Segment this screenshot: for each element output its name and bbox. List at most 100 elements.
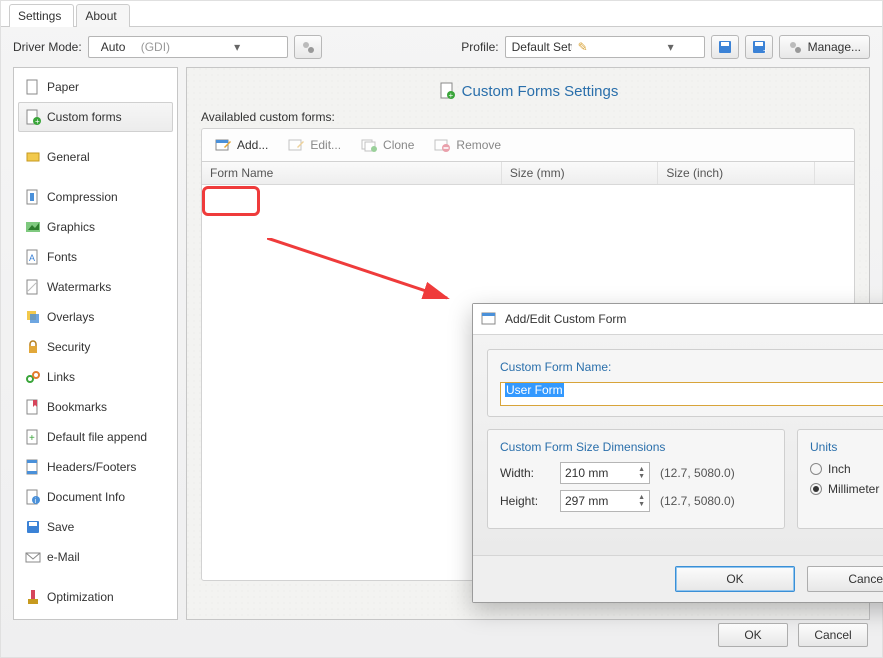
- add-form-button[interactable]: Add...: [206, 133, 277, 157]
- add-edit-form-dialog: Add/Edit Custom Form ✕ Custom Form Name:…: [472, 303, 883, 603]
- sidebar-item-compression[interactable]: Compression: [18, 182, 173, 212]
- chevron-down-icon: ▾: [638, 40, 704, 54]
- sidebar-item-label: Document Info: [47, 490, 125, 504]
- sidebar-item-links[interactable]: Links: [18, 362, 173, 392]
- lock-icon: [25, 339, 41, 355]
- sidebar-item-overlays[interactable]: Overlays: [18, 302, 173, 332]
- cancel-button[interactable]: Cancel: [798, 623, 868, 647]
- svg-text:+: +: [448, 91, 453, 100]
- cancel-label: Cancel: [814, 628, 851, 642]
- height-value: 297 mm: [565, 494, 608, 508]
- driver-mode-combo[interactable]: Auto (GDI) ▾: [88, 36, 288, 58]
- profile-label: Profile:: [461, 40, 498, 54]
- overlays-icon: [25, 309, 41, 325]
- dimensions-group-title: Custom Form Size Dimensions: [500, 440, 772, 454]
- column-size-inch[interactable]: Size (inch): [658, 162, 814, 184]
- sidebar-item-label: Bookmarks: [47, 400, 107, 414]
- sidebar-item-email[interactable]: e-Mail: [18, 542, 173, 572]
- column-form-name[interactable]: Form Name: [202, 162, 502, 184]
- height-spinner[interactable]: 297 mm ▲▼: [560, 490, 650, 512]
- driver-mode-value: Auto (GDI): [89, 40, 188, 54]
- width-spinner[interactable]: 210 mm ▲▼: [560, 462, 650, 484]
- headers-footers-icon: [25, 459, 41, 475]
- tab-label: Settings: [18, 9, 61, 23]
- floppy-icon: [718, 40, 732, 54]
- dialog-title: Add/Edit Custom Form: [505, 312, 626, 326]
- sidebar-item-document-info[interactable]: iDocument Info: [18, 482, 173, 512]
- sidebar-item-label: Default file append: [47, 430, 147, 444]
- sidebar-item-label: General: [47, 150, 90, 164]
- sidebar-item-watermarks[interactable]: Watermarks: [18, 272, 173, 302]
- unit-inch-radio[interactable]: Inch: [810, 462, 883, 476]
- sidebar-item-bookmarks[interactable]: Bookmarks: [18, 392, 173, 422]
- profile-save-button[interactable]: [711, 35, 739, 59]
- sidebar-item-label: Headers/Footers: [47, 460, 136, 474]
- fonts-icon: A: [25, 249, 41, 265]
- radio-icon: [810, 463, 822, 475]
- sidebar-item-general[interactable]: General: [18, 142, 173, 172]
- dialog-ok-button[interactable]: OK: [675, 566, 795, 592]
- driver-mode-label: Driver Mode:: [13, 40, 82, 54]
- tab-settings[interactable]: Settings: [9, 4, 74, 27]
- sidebar-item-paper[interactable]: Paper: [18, 72, 173, 102]
- sidebar-item-fonts[interactable]: AFonts: [18, 242, 173, 272]
- height-label: Height:: [500, 494, 550, 508]
- svg-text:+: +: [29, 433, 35, 444]
- inch-label: Inch: [828, 462, 851, 476]
- profile-combo[interactable]: Default Settings ✎ ▾: [505, 36, 705, 58]
- sidebar-item-graphics[interactable]: Graphics: [18, 212, 173, 242]
- sidebar-item-security[interactable]: Security: [18, 332, 173, 362]
- column-size-mm[interactable]: Size (mm): [502, 162, 658, 184]
- grid-header: Form Name Size (mm) Size (inch): [202, 162, 854, 185]
- links-icon: [25, 369, 41, 385]
- name-input-value: User Form: [505, 383, 564, 397]
- ok-button[interactable]: OK: [718, 623, 788, 647]
- general-icon: [25, 149, 41, 165]
- driver-gear-button[interactable]: [294, 35, 322, 59]
- sidebar-item-optimization[interactable]: Optimization: [18, 582, 173, 612]
- sidebar-item-save[interactable]: Save: [18, 512, 173, 542]
- width-range: (12.7, 5080.0): [660, 466, 735, 480]
- ok-label: OK: [726, 572, 743, 586]
- clone-form-button[interactable]: Clone: [352, 133, 423, 157]
- svg-text:+: +: [763, 46, 766, 54]
- form-remove-icon: [434, 137, 450, 153]
- form-edit-icon: [288, 137, 304, 153]
- form-add-icon: [215, 137, 231, 153]
- unit-mm-radio[interactable]: Millimeter: [810, 482, 883, 496]
- edit-label: Edit...: [310, 138, 341, 152]
- dialog-cancel-button[interactable]: Cancel: [807, 566, 883, 592]
- sidebar-item-label: Optimization: [47, 590, 114, 604]
- form-clone-icon: [361, 137, 377, 153]
- manage-button[interactable]: Manage...: [779, 35, 870, 59]
- tab-about[interactable]: About: [76, 4, 129, 27]
- save-icon: [25, 519, 41, 535]
- remove-form-button[interactable]: Remove: [425, 133, 510, 157]
- radio-selected-icon: [810, 483, 822, 495]
- sidebar-item-custom-forms[interactable]: +Custom forms: [18, 102, 173, 132]
- edit-form-button[interactable]: Edit...: [279, 133, 350, 157]
- file-append-icon: +: [25, 429, 41, 445]
- profile-save-as-button[interactable]: +: [745, 35, 773, 59]
- sidebar-item-label: e-Mail: [47, 550, 80, 564]
- add-label: Add...: [237, 138, 268, 152]
- ok-label: OK: [744, 628, 761, 642]
- sidebar: Paper +Custom forms General Compression …: [13, 67, 178, 620]
- svg-text:A: A: [29, 253, 35, 263]
- tab-label: About: [85, 9, 116, 23]
- width-label: Width:: [500, 466, 550, 480]
- sidebar-item-label: Compression: [47, 190, 118, 204]
- optimization-icon: [25, 589, 41, 605]
- sidebar-item-headers-footers[interactable]: Headers/Footers: [18, 452, 173, 482]
- graphics-icon: [25, 219, 41, 235]
- sidebar-item-default-file-append[interactable]: + Default file append: [18, 422, 173, 452]
- cancel-label: Cancel: [848, 572, 883, 586]
- sidebar-item-label: Graphics: [47, 220, 95, 234]
- width-value: 210 mm: [565, 466, 608, 480]
- spinner-buttons-icon: ▲▼: [638, 494, 645, 508]
- spinner-buttons-icon: ▲▼: [638, 466, 645, 480]
- sidebar-item-label: Security: [47, 340, 90, 354]
- watermarks-icon: [25, 279, 41, 295]
- email-icon: [25, 549, 41, 565]
- custom-form-name-input[interactable]: User Form: [500, 382, 883, 406]
